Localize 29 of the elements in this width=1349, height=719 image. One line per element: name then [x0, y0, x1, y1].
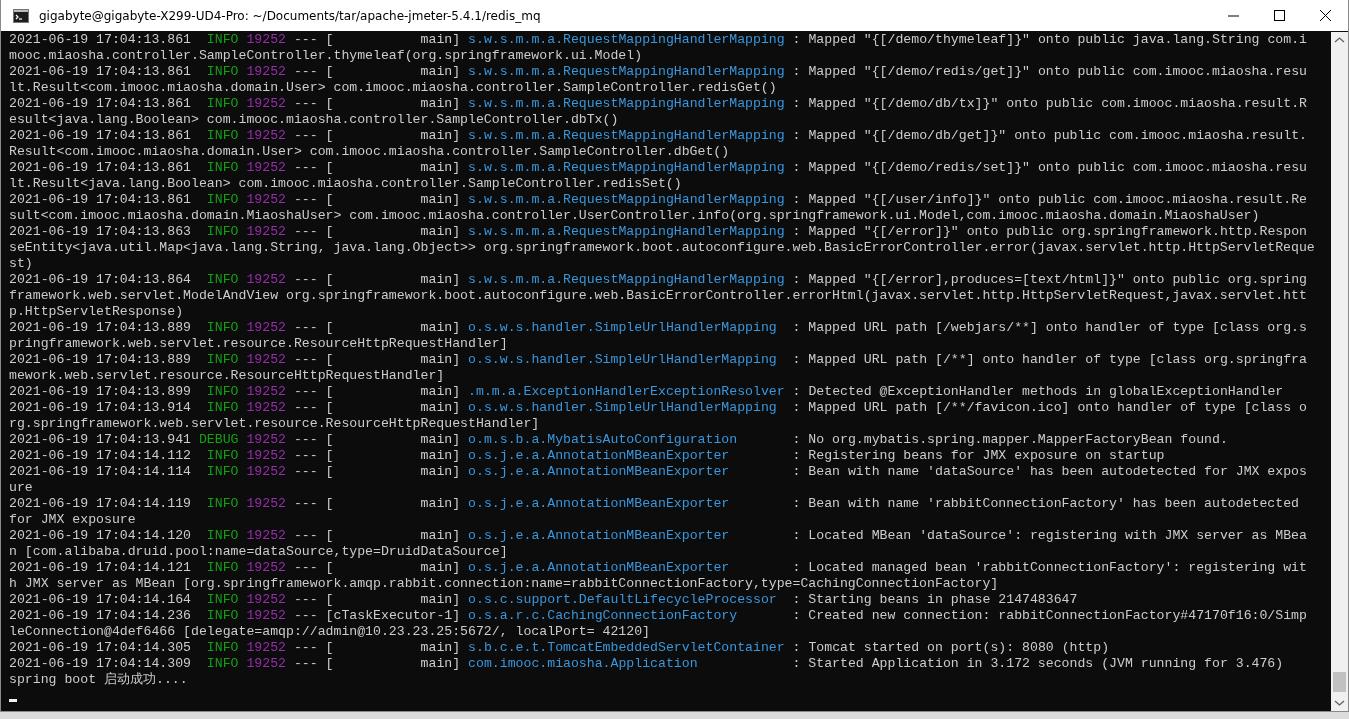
log-entry: 2021-06-19 17:04:13.861 INFO 19252 --- [ main] s.w.s.m.m.a.RequestMappingHandlerMapping : Mapped "{[/demo/redis/get]}" onto public com.imooc.miaosha.result.Result<com.imooc.miaosha.domain.User> com.imooc.miaosha.controller.SampleController.redisGet() — [9, 64, 1308, 96]
log-entry: 2021-06-19 17:04:14.114 INFO 19252 --- [ main] o.s.j.e.a.AnnotationMBeanExporter : Bean with name 'dataSource' has been autodetected for JMX exposure — [9, 464, 1308, 496]
log-entry: 2021-06-19 17:04:13.899 INFO 19252 --- [ main] .m.m.a.ExceptionHandlerExceptionResolver : Detected @ExceptionHandler methods in globalExceptionHandler — [9, 384, 1284, 400]
text-cursor — [9, 699, 17, 702]
log-entry: 2021-06-19 17:04:13.864 INFO 19252 --- [ main] s.w.s.m.m.a.RequestMappingHandlerMapping : Mapped "{[/error],produces=[text/html]}" onto public org.springframework.web.servlet.ModelAndView org.springframework.boot.autoconfigure.web.BasicErrorController.errorHtml(javax.servlet.http.HttpServletRequest,javax.servlet.http.HttpServletResponse) — [9, 272, 1308, 320]
console-icon — [13, 8, 29, 23]
log-entry: 2021-06-19 17:04:14.309 INFO 19252 --- [ main] com.imooc.miaosha.Application : Started Application in 3.172 seconds (JVM running for 3.476) — [9, 656, 1284, 672]
log-entry: 2021-06-19 17:04:14.119 INFO 19252 --- [ main] o.s.j.e.a.AnnotationMBeanExporter : Bean with name 'rabbitConnectionFactory' has been autodetected for JMX exposure — [9, 496, 1301, 528]
log-entry: 2021-06-19 17:04:13.861 INFO 19252 --- [ main] s.w.s.m.m.a.RequestMappingHandlerMapping : Mapped "{[/demo/thymeleaf]}" onto public java.lang.String com.imooc.miaosha.controller.SampleController.thymeleaf(org.springframework.ui.Model) — [9, 32, 1308, 64]
log-entry: 2021-06-19 17:04:14.305 INFO 19252 --- [ main] s.b.c.e.t.TomcatEmbeddedServletContainer : Tomcat started on port(s): 8080 (http) — [9, 640, 1110, 656]
log-entry: 2021-06-19 17:04:13.914 INFO 19252 --- [ main] o.s.w.s.handler.SimpleUrlHandlerMapping : Mapped URL path [/**/favicon.ico] onto handler of type [class org.springframework.web.servlet.resource.ResourceHttpRequestHandler] — [9, 400, 1308, 432]
log-entry: 2021-06-19 17:04:14.121 INFO 19252 --- [ main] o.s.j.e.a.AnnotationMBeanExporter : Located managed bean 'rabbitConnectionFactory': registering with JMX server as MBean [org.springframework.amqp.rabbit.connection:name=rabbitConnectionFactory,type=CachingConnectionFactory] — [9, 560, 1308, 592]
output-line: spring boot 启动成功.... — [9, 672, 188, 687]
window-title: gigabyte@gigabyte-X299-UD4-Pro: ~/Documents/tar/apache-jmeter-5.4.1/redis_mq — [39, 8, 542, 23]
log-entry: 2021-06-19 17:04:13.861 INFO 19252 --- [ main] s.w.s.m.m.a.RequestMappingHandlerMapping : Mapped "{[/demo/db/get]}" onto public com.imooc.miaosha.result.Result<com.imooc.miaosha.domain.User> com.imooc.miaosha.controller.SampleController.dbGet() — [9, 128, 1308, 160]
log-entry: 2021-06-19 17:04:14.112 INFO 19252 --- [ main] o.s.j.e.a.AnnotationMBeanExporter : Registering beans for JMX exposure on startup — [9, 448, 1165, 464]
log-entry: 2021-06-19 17:04:13.861 INFO 19252 --- [ main] s.w.s.m.m.a.RequestMappingHandlerMapping : Mapped "{[/demo/db/tx]}" onto public com.imooc.miaosha.result.Result<java.lang.Boolean> com.imooc.miaosha.controller.SampleController.dbTx() — [9, 96, 1308, 128]
log-entry: 2021-06-19 17:04:13.861 INFO 19252 --- [ main] s.w.s.m.m.a.RequestMappingHandlerMapping : Mapped "{[/user/info]}" onto public com.imooc.miaosha.result.Result<com.imooc.miaosha.domain.MiaoshaUser> com.imooc.miaosha.controller.UserController.info(org.springframework.ui.Model,com.imooc.miaosha.domain.MiaoshaUser) — [9, 192, 1308, 224]
log-entry: 2021-06-19 17:04:13.861 INFO 19252 --- [ main] s.w.s.m.m.a.RequestMappingHandlerMapping : Mapped "{[/demo/redis/set]}" onto public com.imooc.miaosha.result.Result<java.lang.Boolean> com.imooc.miaosha.controller.SampleController.redisSet() — [9, 160, 1308, 192]
close-icon — [1319, 10, 1331, 21]
log-entry: 2021-06-19 17:04:14.236 INFO 19252 --- [cTaskExecutor-1] o.s.a.r.c.CachingConnectionFactory : Created new connection: rabbitConnectionFactory#47170f16:0/SimpleConnection@4def6466 [delegate=amqp://admin@10.23.23.25:5672/, localPort= 42120] — [9, 608, 1308, 640]
log-entry: 2021-06-19 17:04:13.889 INFO 19252 --- [ main] o.s.w.s.handler.SimpleUrlHandlerMapping : Mapped URL path [/**] onto handler of type [class org.springframework.web.servlet.resource.ResourceHttpRequestHandler] — [9, 352, 1308, 384]
log-entry: 2021-06-19 17:04:13.889 INFO 19252 --- [ main] o.s.w.s.handler.SimpleUrlHandlerMapping : Mapped URL path [/webjars/**] onto handler of type [class org.springframework.web.servlet.resource.ResourceHttpRequestHandler] — [9, 320, 1308, 352]
log-entry: 2021-06-19 17:04:14.120 INFO 19252 --- [ main] o.s.j.e.a.AnnotationMBeanExporter : Located MBean 'dataSource': registering with JMX server as MBean [com.alibaba.druid.pool:name=dataSource,type=DruidDataSource] — [9, 528, 1308, 560]
log-entry: 2021-06-19 17:04:14.164 INFO 19252 --- [ main] o.s.c.support.DefaultLifecycleProcessor : Starting beans in phase 2147483647 — [9, 592, 1078, 608]
maximize-icon — [1273, 10, 1285, 21]
log-entry: 2021-06-19 17:04:13.941 DEBUG 19252 --- [ main] o.m.s.b.a.MybatisAutoConfiguration : No org.mybatis.spring.mapper.MapperFactoryBean found. — [9, 432, 1228, 448]
log-entry: 2021-06-19 17:04:13.863 INFO 19252 --- [ main] s.w.s.m.m.a.RequestMappingHandlerMapping : Mapped "{[/error]}" onto public org.springframework.http.ResponseEntity<java.util.Map<java.lang.String, java.lang.Object>> org.springframework.boot.autoconfigure.web.BasicErrorController.error(javax.servlet.http.HttpServletRequest) — [9, 224, 1315, 272]
scrollbar-thumb[interactable] — [1333, 672, 1346, 692]
